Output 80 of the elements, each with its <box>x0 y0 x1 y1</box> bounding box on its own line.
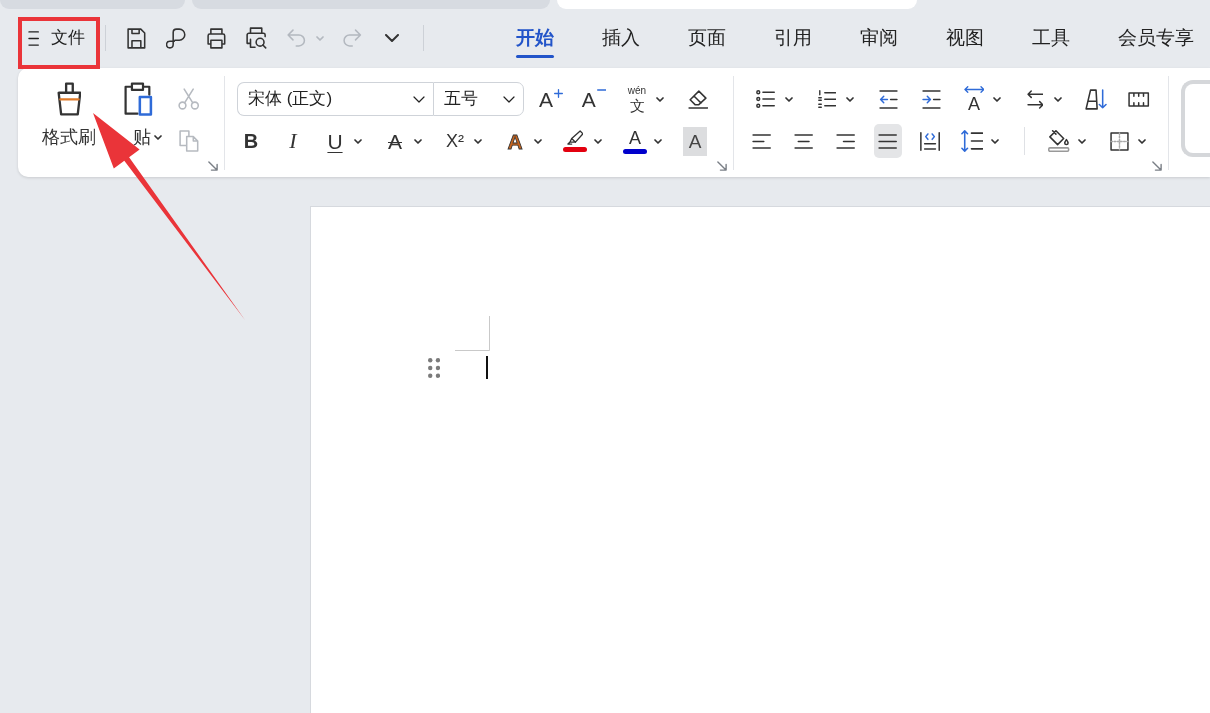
ribbon-tab[interactable]: 会员专享 <box>1094 18 1205 58</box>
loop-icon <box>166 27 187 49</box>
brush-icon <box>56 82 82 116</box>
numbered-list-icon <box>817 90 837 108</box>
distribute-icon <box>919 131 941 151</box>
paint-bucket-icon <box>1048 130 1070 152</box>
chevron-icon <box>385 34 400 42</box>
paste-button[interactable]: 贴 <box>115 82 162 158</box>
italic-button[interactable]: I <box>279 124 307 158</box>
ribbon-tab[interactable]: 插入 <box>578 18 665 58</box>
character-spacing-button[interactable]: A <box>960 82 1006 116</box>
bulleted-list-icon <box>756 90 776 108</box>
bold-button[interactable]: B <box>237 124 265 158</box>
chevron-icon <box>413 95 425 103</box>
chevron-icon <box>503 95 515 103</box>
redo-icon <box>343 29 362 47</box>
align-right-icon <box>836 133 856 149</box>
caret-icon <box>534 138 542 144</box>
caret-icon <box>654 138 662 144</box>
line-spacing-icon <box>960 130 984 152</box>
menu-icon <box>28 30 40 46</box>
caret-icon <box>785 96 793 102</box>
superscript-button[interactable]: X² <box>441 124 487 158</box>
character-shading-button[interactable]: A <box>681 124 709 158</box>
sort-icon <box>1084 88 1108 110</box>
dialog-launcher-icon[interactable] <box>1152 161 1162 171</box>
format-painter-button[interactable]: 格式刷 <box>42 82 96 158</box>
caret-icon <box>316 35 325 41</box>
caret-icon <box>993 96 1001 102</box>
clipboard-icon <box>124 82 153 116</box>
ribbon-tab[interactable]: 引用 <box>750 18 837 58</box>
caret-icon <box>154 135 162 141</box>
ribbon-tab[interactable]: 开始 <box>492 18 579 58</box>
font-size-select[interactable]: 五号 <box>433 82 524 116</box>
ribbon-tab[interactable]: 工具 <box>1008 18 1095 58</box>
text-effect-button[interactable]: A <box>501 124 547 158</box>
caret-icon <box>846 96 854 102</box>
caret-icon <box>1054 96 1062 102</box>
indent-icon <box>921 89 941 109</box>
justify-button[interactable] <box>874 124 902 158</box>
shrink-font-button[interactable]: A <box>580 82 608 116</box>
underline-button[interactable]: U <box>321 124 367 158</box>
caret-icon <box>414 138 422 144</box>
file-menu-button[interactable]: 文件 <box>24 26 90 50</box>
ribbon-tab[interactable]: 审阅 <box>836 18 923 58</box>
caret-icon <box>1138 138 1146 144</box>
plus-icon <box>554 88 563 98</box>
drag-handle-icon[interactable] <box>428 357 441 378</box>
justify-icon <box>878 133 898 149</box>
align-center-icon <box>794 133 814 149</box>
eraser-icon <box>687 89 709 109</box>
font-family-select[interactable]: 宋体 (正文) <box>237 82 433 116</box>
strikethrough-button[interactable]: A <box>381 124 427 158</box>
pinyin-guide-button[interactable]: wén 文 <box>623 82 669 116</box>
swap-arrows-icon <box>1026 89 1044 109</box>
grow-font-button[interactable]: A <box>537 82 565 116</box>
ruler-icon <box>1128 91 1150 107</box>
caret-icon <box>474 138 482 144</box>
caret-icon <box>656 96 664 102</box>
minus-icon <box>596 88 607 91</box>
font-color-button[interactable]: A <box>621 124 667 158</box>
scissors-icon <box>178 88 200 110</box>
undo-icon <box>287 29 306 47</box>
save-icon <box>126 27 146 49</box>
align-left-icon <box>752 133 772 149</box>
highlighter-icon <box>566 130 584 145</box>
caret-icon <box>594 138 602 144</box>
caret-icon <box>991 138 999 144</box>
dialog-launcher-icon[interactable] <box>717 161 727 171</box>
double-arrow-icon <box>963 85 985 93</box>
printer-magnifier-icon <box>245 27 267 49</box>
ribbon-tab[interactable]: 视图 <box>922 18 1009 58</box>
caret-icon <box>354 138 362 144</box>
dialog-launcher-icon[interactable] <box>208 161 218 171</box>
ribbon-tab[interactable]: 页面 <box>664 18 751 58</box>
caret-icon <box>1078 138 1086 144</box>
outdent-icon <box>878 89 898 109</box>
printer-icon <box>206 27 226 49</box>
border-grid-icon <box>1109 131 1129 151</box>
copy-icon <box>179 130 199 152</box>
